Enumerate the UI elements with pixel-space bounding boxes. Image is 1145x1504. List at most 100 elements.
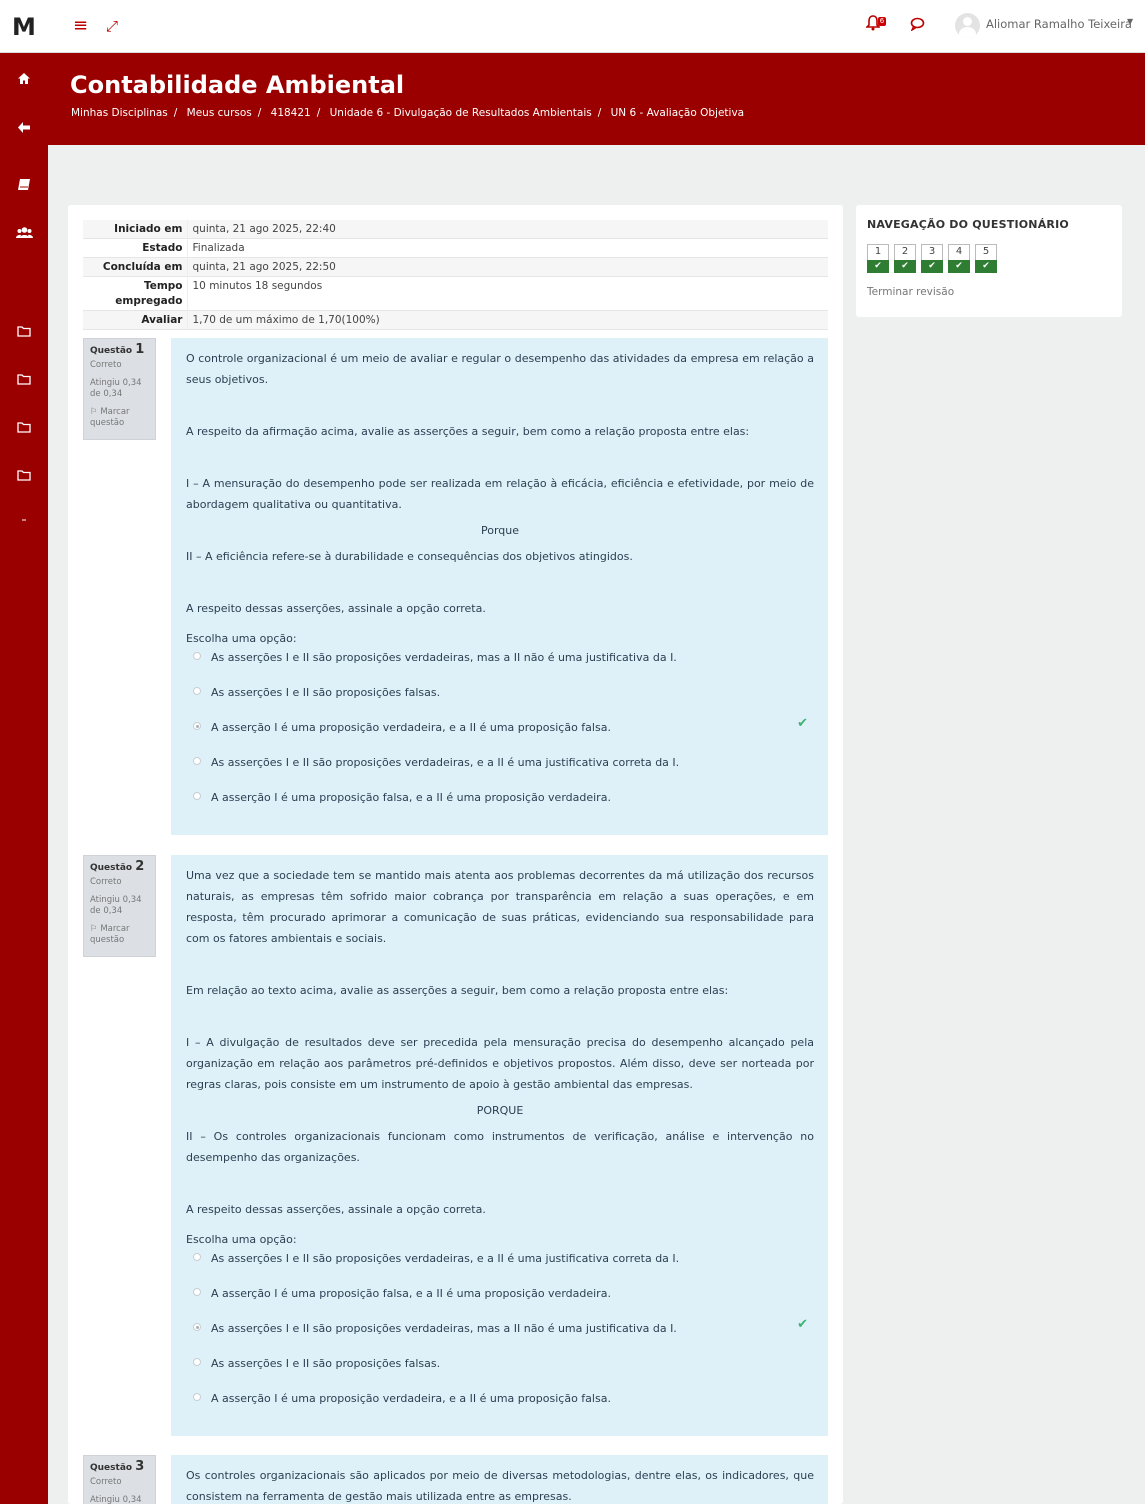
answer-option[interactable]: A asserção I é uma proposição verdadeira…: [186, 1389, 814, 1424]
answer-option[interactable]: A asserção I é uma proposição falsa, e a…: [186, 1284, 814, 1319]
user-name[interactable]: Aliomar Ramalho Teixeira: [986, 17, 1132, 31]
answer-label: A asserção I é uma proposição falsa, e a…: [211, 791, 611, 804]
question-number: Questão 1: [90, 342, 145, 357]
breadcrumb-item[interactable]: Meus cursos: [187, 107, 252, 119]
question-text: I – A mensuração do desempenho pode ser …: [186, 477, 814, 511]
question-content: Os controles organizacionais são aplicad…: [171, 1455, 828, 1504]
answer-option[interactable]: A asserção I é uma proposição verdadeira…: [186, 716, 814, 753]
page-title: Contabilidade Ambiental: [70, 71, 405, 99]
quiz-nav-button[interactable]: 1 ✔: [867, 244, 889, 273]
answer-option[interactable]: As asserções I e II são proposições fals…: [186, 683, 814, 718]
summary-value: quinta, 21 ago 2025, 22:40: [186, 220, 828, 239]
home-icon[interactable]: [0, 71, 48, 89]
quiz-nav-button[interactable]: 5 ✔: [975, 244, 997, 273]
answer-label: As asserções I e II são proposições verd…: [211, 1252, 680, 1265]
radio-button[interactable]: [193, 652, 201, 660]
flag-icon: ⚐: [90, 924, 98, 934]
book-icon[interactable]: [0, 177, 48, 195]
radio-button-selected[interactable]: [193, 1323, 201, 1331]
radio-button[interactable]: [193, 757, 201, 765]
quiz-nav-button[interactable]: 4 ✔: [948, 244, 970, 273]
correct-check-icon: ✔: [797, 1317, 808, 1332]
answer-option[interactable]: As asserções I e II são proposições verd…: [186, 648, 814, 683]
question-number: Questão 3: [90, 1459, 145, 1474]
users-icon[interactable]: [0, 225, 48, 243]
question-text: I – A divulgação de resultados deve ser …: [186, 1036, 814, 1091]
answer-option[interactable]: A asserção I é uma proposição falsa, e a…: [186, 788, 814, 823]
quiz-navigation-panel: NAVEGAÇÃO DO QUESTIONÁRIO 1 ✔ 2 ✔ 3 ✔ 4 …: [856, 205, 1122, 317]
question-state: Correto: [90, 360, 122, 370]
course-header: Contabilidade Ambiental Minhas Disciplin…: [48, 53, 1145, 145]
question-info-box: Questão 2 Correto Atingiu 0,34 de 0,34 ⚐…: [83, 855, 156, 957]
choose-option-label: Escolha uma opção:: [186, 632, 297, 645]
radio-button[interactable]: [193, 687, 201, 695]
question-state: Correto: [90, 1477, 122, 1487]
quiz-nav-number: 5: [982, 246, 990, 257]
user-avatar[interactable]: [955, 13, 980, 38]
summary-row: Tempo empregado 10 minutos 18 segundos: [83, 276, 828, 311]
breadcrumb-item[interactable]: Unidade 6 - Divulgação de Resultados Amb…: [330, 107, 592, 119]
radio-button[interactable]: [193, 792, 201, 800]
hamburger-menu-icon[interactable]: ≡: [73, 14, 88, 38]
summary-label: Tempo empregado: [115, 280, 183, 307]
quiz-nav-button[interactable]: 2 ✔: [894, 244, 916, 273]
user-menu-caret-icon[interactable]: ▼: [1127, 17, 1133, 26]
answer-option[interactable]: As asserções I e II são proposições verd…: [186, 753, 814, 788]
chat-bubble-icon[interactable]: [910, 14, 925, 38]
folder-icon[interactable]: [0, 371, 48, 389]
question-text: Em relação ao texto acima, avalie as ass…: [186, 984, 729, 997]
question-info-box: Questão 3 Correto Atingiu 0,34: [83, 1455, 156, 1504]
correct-check-icon: ✔: [797, 716, 808, 731]
check-icon: ✔: [867, 260, 889, 273]
finish-review-link[interactable]: Terminar revisão: [867, 286, 954, 298]
question-state: Correto: [90, 877, 122, 887]
attempt-summary-table: Iniciado em quinta, 21 ago 2025, 22:40 E…: [83, 220, 828, 330]
choose-option-label: Escolha uma opção:: [186, 1233, 297, 1246]
breadcrumb-item[interactable]: UN 6 - Avaliação Objetiva: [611, 107, 744, 119]
site-logo[interactable]: M: [12, 13, 36, 41]
check-icon: ✔: [921, 260, 943, 273]
summary-row: Avaliar 1,70 de um máximo de 1,70(100%): [83, 310, 828, 330]
quiz-nav-button[interactable]: 3 ✔: [921, 244, 943, 273]
answer-label: As asserções I e II são proposições verd…: [211, 1322, 677, 1335]
radio-button-selected[interactable]: [193, 722, 201, 730]
check-icon: ✔: [948, 260, 970, 273]
breadcrumb-item[interactable]: Minhas Disciplinas: [71, 107, 168, 119]
question-info-box: Questão 1 Correto Atingiu 0,34 de 0,34 ⚐…: [83, 338, 156, 440]
answer-label: As asserções I e II são proposições fals…: [211, 686, 441, 699]
back-arrow-icon[interactable]: [0, 120, 48, 138]
answer-label: As asserções I e II são proposições fals…: [211, 1357, 441, 1370]
radio-button[interactable]: [193, 1253, 201, 1261]
fullscreen-expand-icon[interactable]: ⤢: [106, 14, 118, 38]
flag-question-link[interactable]: ⚐ Marcar questão: [90, 924, 150, 946]
summary-label: Avaliar: [141, 314, 183, 326]
folder-icon[interactable]: [0, 419, 48, 437]
summary-value: quinta, 21 ago 2025, 22:50: [186, 257, 828, 277]
answer-option[interactable]: As asserções I e II são proposições fals…: [186, 1354, 814, 1389]
answer-option[interactable]: As asserções I e II são proposições verd…: [186, 1317, 814, 1354]
question-text: Porque: [480, 524, 520, 537]
flag-question-link[interactable]: ⚐ Marcar questão: [90, 407, 150, 429]
question-text: A respeito dessas asserções, assinale a …: [186, 1203, 486, 1216]
radio-button[interactable]: [193, 1393, 201, 1401]
question-content: Uma vez que a sociedade tem se mantido m…: [171, 855, 828, 1436]
check-icon: ✔: [894, 260, 916, 273]
summary-label: Iniciado em: [114, 223, 183, 235]
notification-badge: 6: [878, 17, 886, 26]
collapse-dash-icon[interactable]: [0, 508, 48, 526]
summary-row: Estado Finalizada: [83, 238, 828, 258]
breadcrumb: Minhas Disciplinas / Meus cursos/ 418421/…: [71, 107, 745, 119]
answer-label: As asserções I e II são proposições verd…: [211, 651, 677, 664]
breadcrumb-item[interactable]: 418421: [271, 107, 311, 119]
flag-icon: ⚐: [90, 407, 98, 417]
summary-label: Estado: [142, 242, 183, 254]
question-grade: Atingiu 0,34 de 0,34: [90, 895, 142, 916]
folder-icon[interactable]: [0, 467, 48, 485]
answer-option[interactable]: As asserções I e II são proposições verd…: [186, 1249, 814, 1284]
folder-icon[interactable]: [0, 323, 48, 341]
radio-button[interactable]: [193, 1288, 201, 1296]
answer-label: A asserção I é uma proposição verdadeira…: [211, 1392, 611, 1405]
question-grade: Atingiu 0,34: [90, 1495, 142, 1504]
quiz-nav-number: 2: [901, 246, 909, 257]
radio-button[interactable]: [193, 1358, 201, 1366]
